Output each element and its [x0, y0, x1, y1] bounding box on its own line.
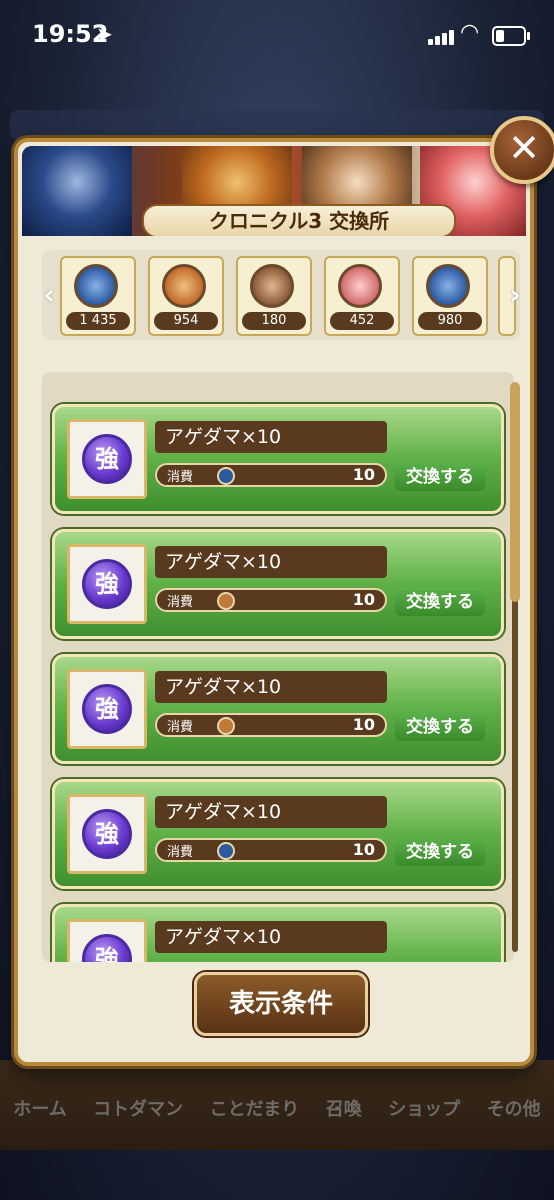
currency-item[interactable]: 180: [236, 256, 312, 336]
cost-medal-icon: [217, 842, 235, 860]
close-icon[interactable]: ✕: [490, 116, 554, 184]
currency-count: 452: [330, 312, 394, 330]
exchange-button[interactable]: 交換する: [395, 588, 485, 616]
currency-count: 980: [418, 312, 482, 330]
dialog-banner: クロニクル3 交換所: [22, 146, 526, 236]
agedama-orb-icon: 強: [82, 934, 132, 962]
nav-kotodaman[interactable]: コトダマン: [93, 1095, 183, 1125]
item-thumbnail: 強: [67, 794, 147, 874]
cost-value: 10: [352, 465, 375, 484]
cost-value: 10: [352, 715, 375, 734]
exchange-item: 強 アゲダマ×10 消費 10 交換する: [52, 779, 504, 889]
cost-value: 10: [352, 840, 375, 859]
currency-item[interactable]: 452: [324, 256, 400, 336]
exchange-button[interactable]: 交換する: [395, 713, 485, 741]
cost-label: 消費: [167, 720, 194, 735]
chevron-right-icon[interactable]: ›: [506, 278, 524, 311]
nav-home[interactable]: ホーム: [13, 1095, 66, 1125]
bottom-nav: ホーム コトダマン ことだまり 召喚 ショップ その他: [0, 1095, 554, 1125]
item-thumbnail: 強: [67, 669, 147, 749]
agedama-orb-icon: 強: [82, 809, 132, 859]
character-medal-icon: [74, 264, 118, 308]
display-condition-button[interactable]: 表示条件: [194, 972, 368, 1036]
item-cost-bar: 消費 10: [155, 588, 387, 612]
character-medal-icon: [426, 264, 470, 308]
status-bar: 19:52 ➤ ◠: [0, 0, 554, 70]
agedama-orb-icon: 強: [82, 559, 132, 609]
currency-item[interactable]: 954: [148, 256, 224, 336]
item-cost-bar: 消費 10: [155, 463, 387, 487]
nav-kotodamari[interactable]: ことだまり: [210, 1095, 300, 1125]
currency-count: 180: [242, 312, 306, 330]
exchange-item: 強 アゲダマ×10: [52, 904, 504, 962]
cellular-signal-icon: [428, 26, 456, 45]
exchange-button[interactable]: 交換する: [395, 838, 485, 866]
exchange-item: 強 アゲダマ×10 消費 10 交換する: [52, 654, 504, 764]
item-cost-bar: 消費 10: [155, 713, 387, 737]
currency-item[interactable]: 980: [412, 256, 488, 336]
cost-label: 消費: [167, 845, 194, 860]
item-thumbnail: 強: [67, 919, 147, 962]
banner-portrait: [22, 146, 132, 236]
nav-summon[interactable]: 召喚: [326, 1095, 362, 1125]
character-medal-icon: [162, 264, 206, 308]
currency-item[interactable]: 1 435: [60, 256, 136, 336]
character-medal-icon: [338, 264, 382, 308]
item-name: アゲダマ×10: [155, 421, 387, 453]
cost-medal-icon: [217, 467, 235, 485]
exchange-dialog: クロニクル3 交換所 ‹ 1 435 954 180 452 980 › 強 ア…: [14, 138, 534, 1066]
wifi-icon: ◠: [460, 20, 480, 45]
currency-count: 1 435: [66, 312, 130, 330]
dialog-title: クロニクル3 交換所: [142, 204, 456, 236]
agedama-orb-icon: 強: [82, 434, 132, 484]
item-name: アゲダマ×10: [155, 546, 387, 578]
cost-label: 消費: [167, 470, 194, 485]
cost-medal-icon: [217, 592, 235, 610]
agedama-orb-icon: 強: [82, 684, 132, 734]
location-arrow-icon: ➤: [96, 22, 113, 46]
item-thumbnail: 強: [67, 419, 147, 499]
chevron-left-icon[interactable]: ‹: [40, 278, 58, 311]
item-thumbnail: 強: [67, 544, 147, 624]
cost-label: 消費: [167, 595, 194, 610]
exchange-item: 強 アゲダマ×10 消費 10 交換する: [52, 529, 504, 639]
cost-value: 10: [352, 590, 375, 609]
item-name: アゲダマ×10: [155, 796, 387, 828]
nav-other[interactable]: その他: [487, 1095, 541, 1125]
item-name: アゲダマ×10: [155, 671, 387, 703]
currency-count: 954: [154, 312, 218, 330]
item-name: アゲダマ×10: [155, 921, 387, 953]
exchange-list[interactable]: 強 アゲダマ×10 消費 10 交換する 強 アゲダマ×10 消費 10 交換す…: [42, 372, 514, 962]
battery-icon: [492, 26, 530, 46]
character-medal-icon: [250, 264, 294, 308]
exchange-item: 強 アゲダマ×10 消費 10 交換する: [52, 404, 504, 514]
nav-shop[interactable]: ショップ: [388, 1095, 460, 1125]
list-scrollbar[interactable]: [510, 382, 520, 952]
background-game-header: [10, 110, 544, 140]
exchange-button[interactable]: 交換する: [395, 463, 485, 491]
item-cost-bar: 消費 10: [155, 838, 387, 862]
currency-row: ‹ 1 435 954 180 452 980 ›: [40, 250, 521, 340]
cost-medal-icon: [217, 717, 235, 735]
scrollbar-thumb[interactable]: [510, 382, 520, 602]
